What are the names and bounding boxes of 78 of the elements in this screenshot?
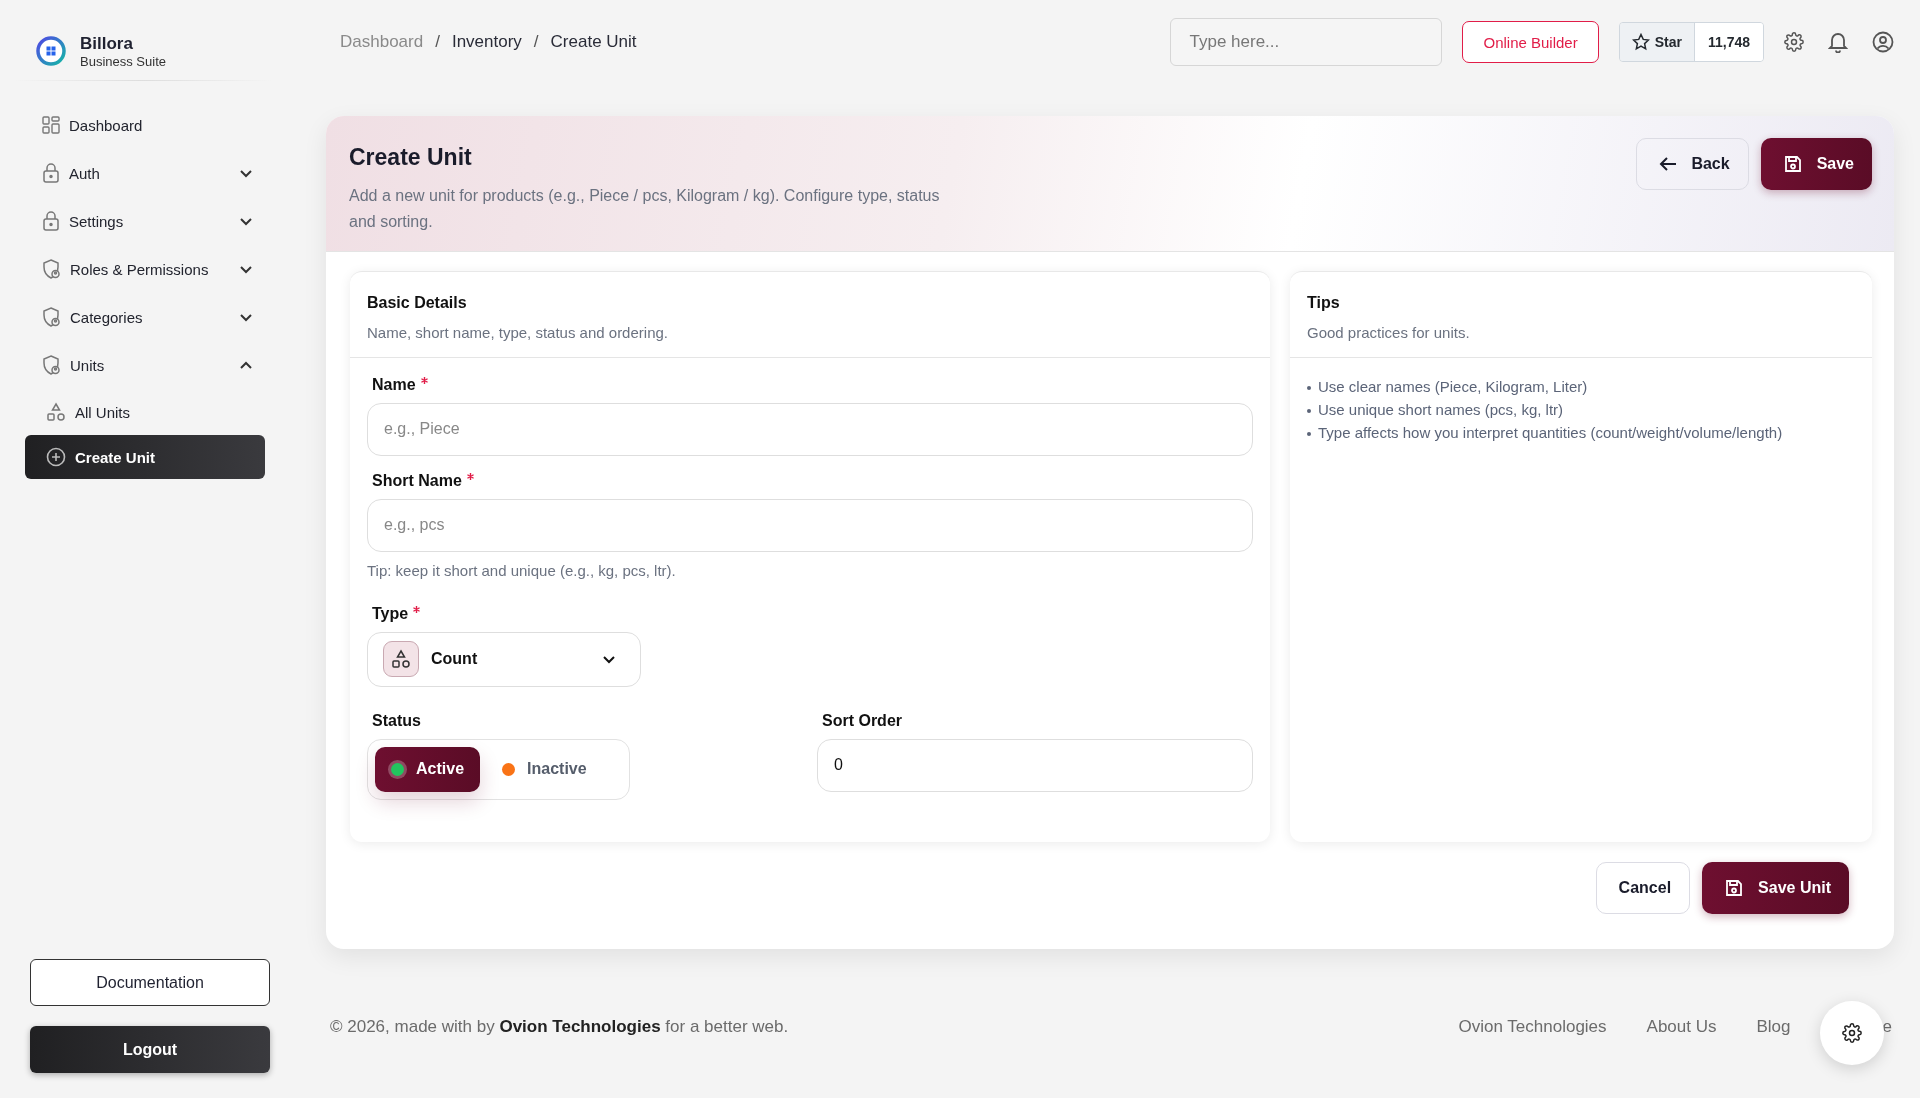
online-builder-button[interactable]: Online Builder <box>1462 21 1599 64</box>
brand-subtitle: Business Suite <box>80 53 166 69</box>
documentation-button[interactable]: Documentation <box>30 959 270 1006</box>
logo-icon <box>36 36 66 66</box>
breadcrumb-link[interactable]: Inventory <box>451 32 522 53</box>
shapes-icon <box>46 402 66 422</box>
shield-icon <box>42 355 61 375</box>
lock-icon <box>42 163 60 183</box>
chevron-down-icon <box>239 216 253 226</box>
breadcrumb-separator: / <box>435 32 440 53</box>
footer-link[interactable]: About Us <box>1646 1017 1717 1038</box>
brand-name: Billora <box>80 33 134 54</box>
chevron-down-icon <box>239 264 253 274</box>
tip-text: Type affects how you interpret quantities (count/weight/volume/length) <box>1318 423 1783 441</box>
sidebar-item[interactable]: Auth <box>25 149 265 197</box>
back-button[interactable]: Back <box>1636 137 1749 190</box>
card-subtitle: Good practices for units. <box>1307 323 1471 341</box>
shield-icon <box>42 307 61 327</box>
chevron-down-icon <box>239 312 253 322</box>
sidebar-item[interactable]: Categories <box>25 293 265 341</box>
field-hint: Tip: keep it short and unique (e.g., kg, pcs, ltr). <box>367 561 677 579</box>
sidebar-item[interactable]: Settings <box>25 197 265 245</box>
save-button[interactable]: Save <box>1760 137 1872 190</box>
footer-link[interactable]: e <box>1882 1017 1892 1038</box>
settings-icon[interactable] <box>1784 32 1804 53</box>
sidebar-item[interactable]: Roles & Permissions <box>25 245 265 293</box>
status-option[interactable]: Inactive <box>486 746 603 792</box>
page-description: Add a new unit for products (e.g., Piece / pcs, Kilogram / kg). Configure type, status and sorting. <box>349 185 941 232</box>
grid-icon <box>42 116 60 134</box>
card-subtitle: Name, short name, type, status and ordering. <box>367 323 669 341</box>
card-title: Basic Details <box>367 293 468 312</box>
shield-icon <box>42 259 61 279</box>
save-icon <box>1782 153 1803 174</box>
bullet-icon <box>1307 408 1311 413</box>
arrow-left-icon <box>1659 155 1678 172</box>
type-select[interactable]: Count <box>367 631 641 687</box>
breadcrumb-link[interactable]: Create Unit <box>550 32 637 53</box>
save-unit-button[interactable]: Save Unit <box>1702 861 1849 914</box>
sidebar-item[interactable]: Units <box>25 341 265 389</box>
tip-text: Use clear names (Piece, Kilogram, Liter) <box>1318 377 1588 395</box>
lock-icon <box>42 211 60 231</box>
shapes-icon <box>391 649 411 670</box>
star-count: 11,748 <box>1694 23 1763 62</box>
user-icon[interactable] <box>1872 31 1894 54</box>
bullet-icon <box>1307 431 1311 436</box>
page-title: Create Unit <box>349 143 473 171</box>
field-label: Type <box>372 604 409 623</box>
tip-text: Use unique short names (pcs, kg, ltr) <box>1318 400 1564 418</box>
sidebar-item[interactable]: All Units <box>25 389 265 435</box>
settings-icon <box>1842 1023 1862 1043</box>
chevron-down-icon <box>239 168 253 178</box>
field-label: Status <box>372 711 421 730</box>
cancel-button[interactable]: Cancel <box>1595 861 1691 914</box>
chevron-up-icon <box>239 360 253 370</box>
field-label: Short Name <box>372 471 462 490</box>
card-title: Tips <box>1307 293 1341 312</box>
sidebar-item[interactable]: Create Unit <box>25 435 265 479</box>
field-label: Sort Order <box>822 711 902 730</box>
search-field[interactable]: Type here... <box>1170 18 1443 67</box>
star-icon <box>1631 33 1650 52</box>
sort-order-field[interactable]: 0 <box>817 738 1253 792</box>
bullet-icon <box>1307 385 1311 390</box>
save-icon <box>1724 877 1745 898</box>
footer-text: © 2026, made with by Ovion Technologies for a better web. <box>330 1017 789 1038</box>
field-label: Name <box>372 375 416 394</box>
logout-button[interactable]: Logout <box>30 1026 270 1073</box>
bell-icon[interactable] <box>1828 31 1848 54</box>
plus-circle-icon <box>46 447 66 467</box>
footer-link[interactable]: Blog <box>1756 1017 1791 1038</box>
name-field[interactable]: e.g., Piece <box>367 402 1253 456</box>
star-button[interactable]: Star <box>1619 23 1695 62</box>
chevron-down-icon <box>602 654 616 664</box>
breadcrumb-separator: / <box>533 32 539 53</box>
status-option[interactable]: Active <box>375 746 481 792</box>
short-name-field[interactable]: e.g., pcs <box>367 498 1253 552</box>
sidebar-item[interactable]: Dashboard <box>25 101 265 149</box>
settings-button[interactable] <box>1820 1001 1884 1065</box>
footer-link[interactable]: Ovion Technologies <box>1458 1017 1607 1038</box>
